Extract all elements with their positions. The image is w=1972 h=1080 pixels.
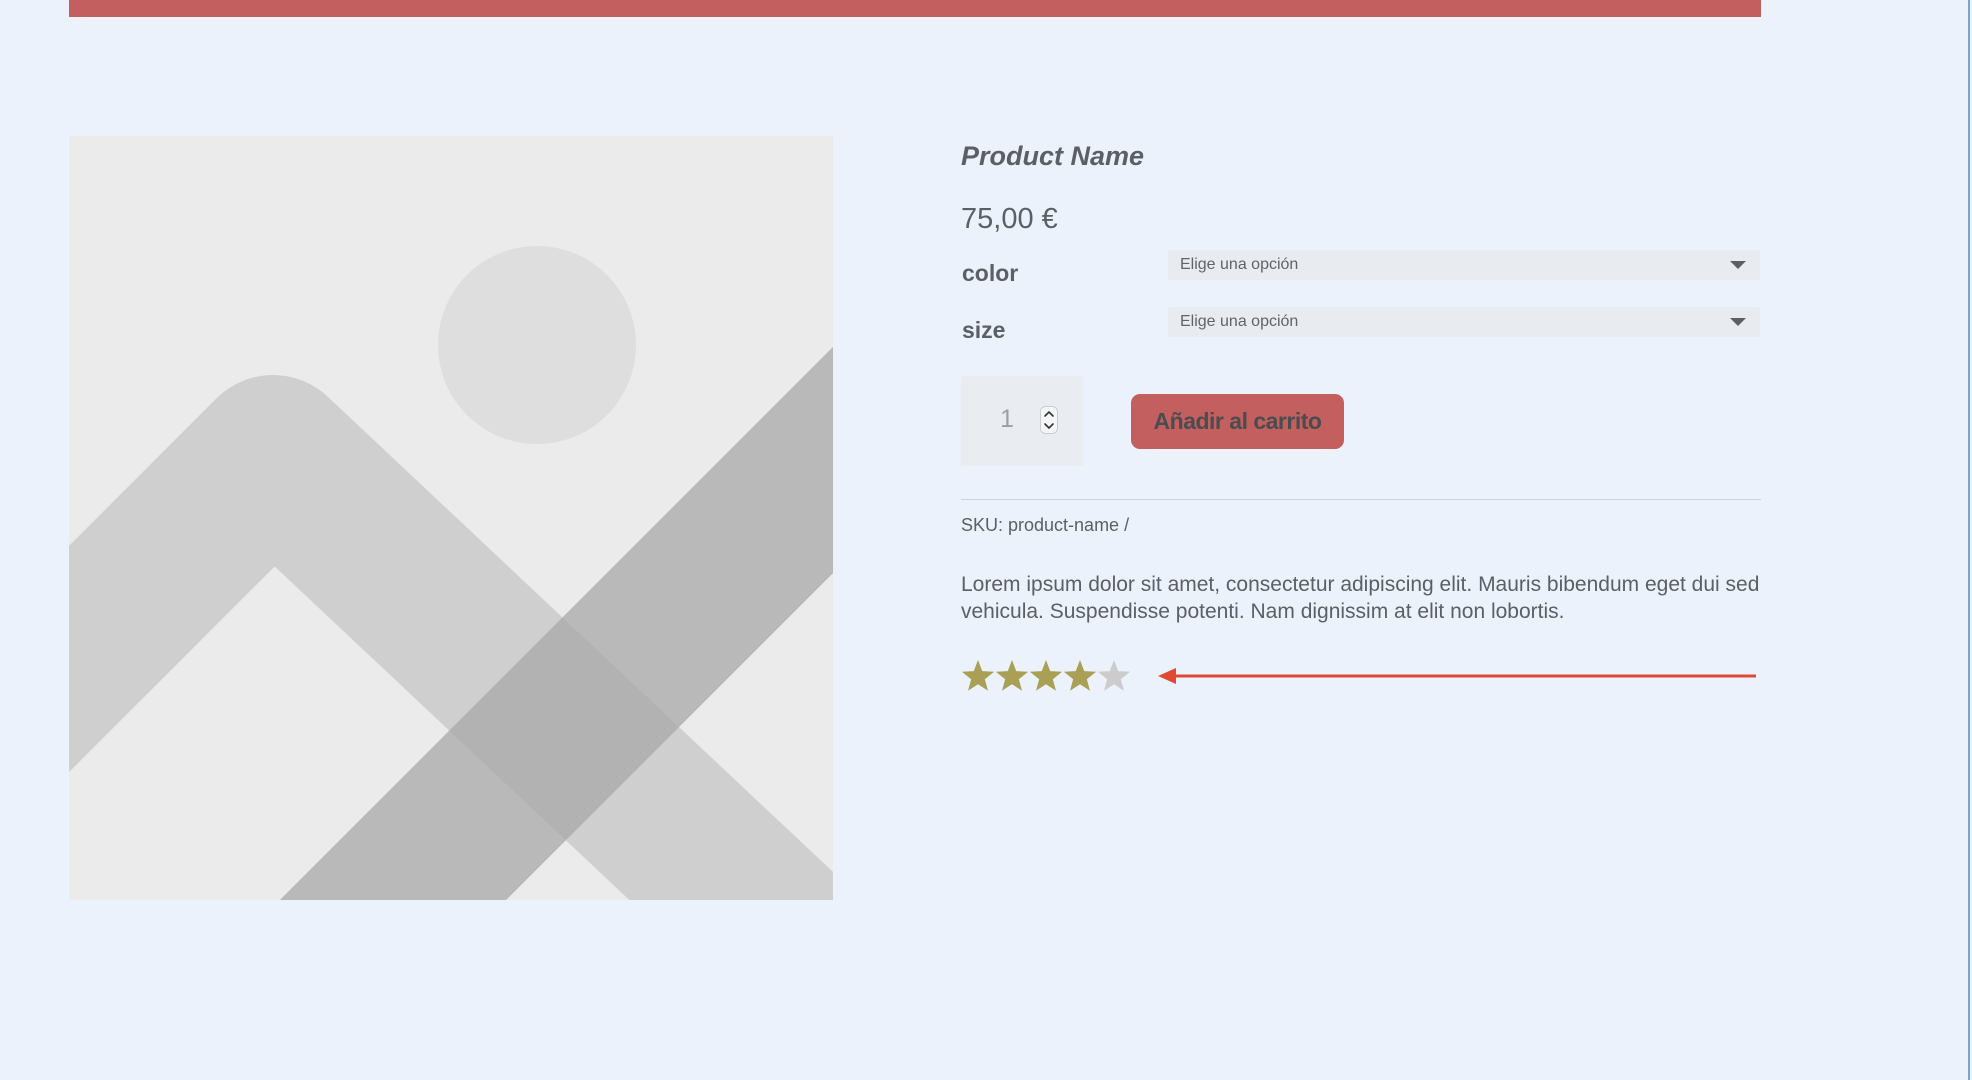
up-down-stepper-icon	[1040, 406, 1058, 434]
product-title: Product Name	[961, 141, 1145, 171]
top-banner-fill	[69, 0, 1761, 17]
variation-label-color: color	[962, 260, 1019, 286]
color-select-value: Elige una opción	[1180, 256, 1299, 273]
star-filled-icon	[1063, 660, 1097, 691]
product-sku: SKU: product-name /	[961, 515, 1130, 535]
product-price: 75,00 €	[961, 203, 1058, 235]
window-right-edge	[1968, 0, 1970, 1080]
placeholder-sun-shape	[438, 246, 636, 444]
star-filled-icon	[995, 660, 1029, 691]
chevron-down-icon	[1730, 261, 1746, 269]
add-to-cart-form: 1 Añadir al carrito	[961, 376, 1761, 466]
quantity-value: 1	[1000, 405, 1014, 433]
chevron-down-icon	[1730, 318, 1746, 326]
variation-row-size: size Elige una opción	[961, 307, 1761, 364]
star-filled-icon	[961, 660, 995, 691]
star-filled-icon	[1029, 660, 1063, 691]
rating-row	[961, 659, 1761, 699]
star-empty-icon	[1097, 660, 1131, 691]
divider	[961, 499, 1761, 500]
star-rating	[961, 659, 1137, 695]
star-icon	[961, 660, 1131, 691]
quantity-input[interactable]: 1	[961, 376, 1083, 466]
color-select[interactable]: Elige una opción	[1168, 250, 1760, 280]
image-placeholder-icon	[69, 136, 833, 900]
product-description: Lorem ipsum dolor sit amet, consectetur …	[961, 573, 1760, 623]
variation-row-color: color Elige una opción	[961, 250, 1761, 307]
quantity-stepper[interactable]	[1040, 406, 1058, 434]
variation-label-size: size	[962, 317, 1006, 343]
add-to-cart-button[interactable]: Añadir al carrito	[1131, 394, 1344, 449]
product-details: Product Name 75,00 € color Elige una opc…	[961, 136, 1761, 699]
product-image	[69, 136, 833, 900]
arrow-left-icon	[1158, 668, 1756, 684]
size-select[interactable]: Elige una opción	[1168, 307, 1760, 337]
size-select-value: Elige una opción	[1180, 313, 1299, 330]
top-banner-bar	[69, 0, 1761, 17]
annotation-arrow	[1158, 666, 1758, 686]
